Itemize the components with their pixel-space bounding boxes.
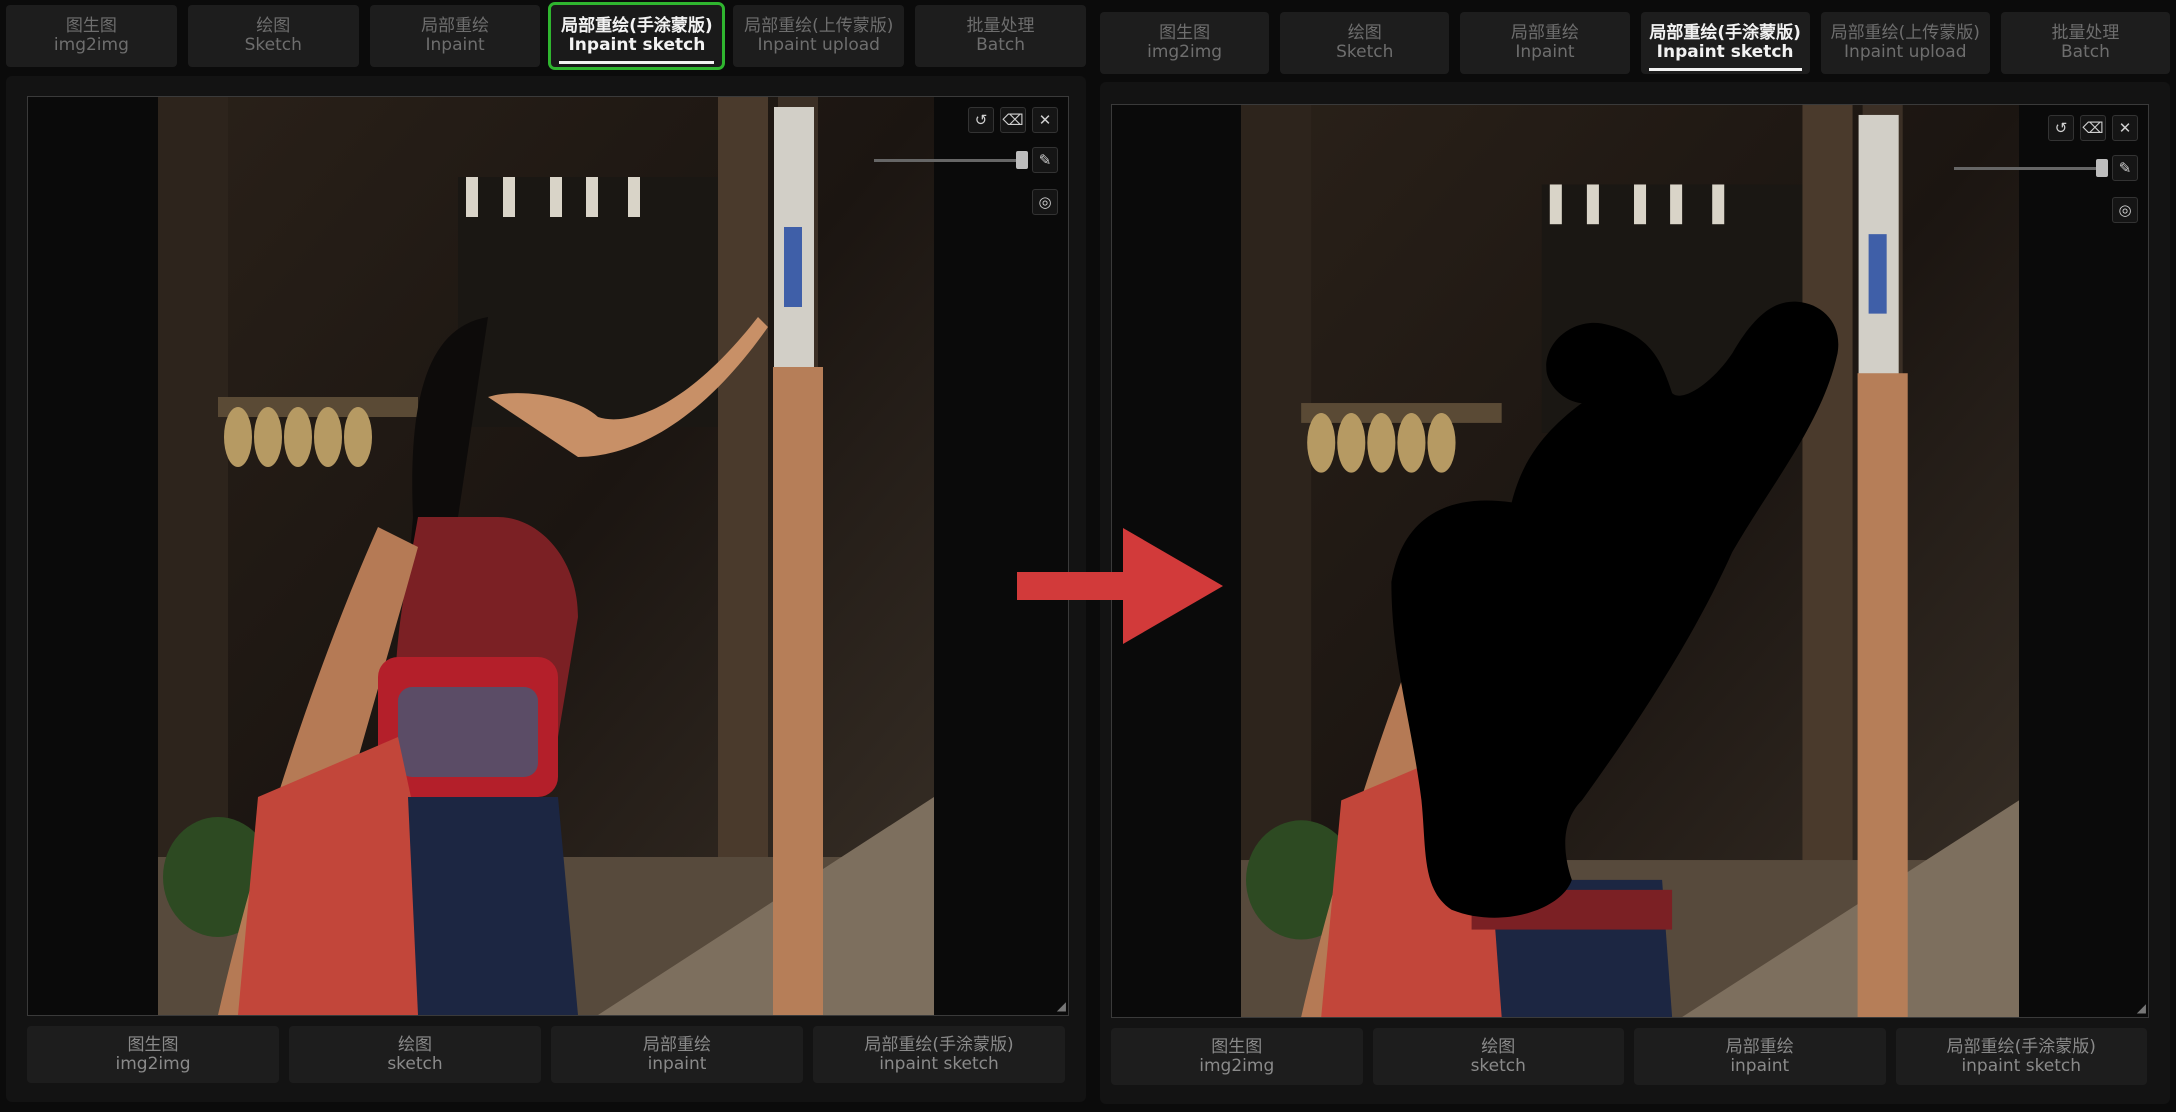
slider-thumb[interactable] <box>1016 150 1028 169</box>
brush-size-slider[interactable] <box>1954 158 2108 177</box>
undo-icon[interactable]: ↺ <box>2048 115 2074 141</box>
brush-size-control: ✎ <box>1954 155 2138 181</box>
tab-label-en: Inpaint upload <box>757 35 880 55</box>
button-label-cn: 局部重绘 <box>643 1034 711 1055</box>
button-label-en: img2img <box>1199 1055 1275 1076</box>
slider-thumb[interactable] <box>2096 158 2108 177</box>
close-icon[interactable]: ✕ <box>2112 115 2138 141</box>
send-to-inpaint-sketch-button[interactable]: 局部重绘(手涂蒙版) inpaint sketch <box>813 1026 1065 1083</box>
tab-label-en: Batch <box>2061 42 2110 62</box>
send-to-sketch-button[interactable]: 绘图 sketch <box>1372 1028 1624 1085</box>
tab-label-cn: 局部重绘(上传蒙版) <box>744 16 894 36</box>
eraser-icon[interactable]: ⌫ <box>1000 107 1026 133</box>
street-scene-image <box>158 97 934 1015</box>
send-to-sketch-button[interactable]: 绘图 sketch <box>289 1026 541 1083</box>
button-label-en: inpaint <box>1730 1055 1790 1076</box>
button-label-en: img2img <box>115 1053 191 1074</box>
button-label-cn: 绘图 <box>1481 1036 1516 1057</box>
tab-batch[interactable]: 批量处理 Batch <box>915 5 1086 67</box>
workspace: ↺ ⌫ ✕ ✎ ◎ ◢ 图生图 img2img 绘图 sketch 局部重绘 i… <box>1100 82 2170 1104</box>
tab-inpaint[interactable]: 局部重绘 Inpaint <box>369 5 541 67</box>
send-to-inpaint-sketch-button[interactable]: 局部重绘(手涂蒙版) inpaint sketch <box>1895 1028 2147 1085</box>
right-panel-after: 图生图 img2img 绘图 Sketch 局部重绘 Inpaint 局部重绘(… <box>1092 0 2176 1112</box>
button-label-cn: 图生图 <box>1211 1036 1263 1057</box>
send-to-inpaint-button[interactable]: 局部重绘 inpaint <box>551 1026 803 1083</box>
eraser-icon[interactable]: ⌫ <box>2080 115 2106 141</box>
tab-sketch[interactable]: 绘图 Sketch <box>1280 12 1450 74</box>
tab-label-cn: 图生图 <box>65 16 117 36</box>
send-to-row: 图生图 img2img 绘图 sketch 局部重绘 inpaint 局部重绘(… <box>1111 1028 2147 1085</box>
tab-label-en: img2img <box>1147 42 1223 62</box>
tab-sketch[interactable]: 绘图 Sketch <box>187 5 359 67</box>
tab-img2img[interactable]: 图生图 img2img <box>1100 12 1270 74</box>
button-label-cn: 局部重绘(手涂蒙版) <box>1946 1036 2096 1057</box>
button-label-cn: 局部重绘(手涂蒙版) <box>864 1034 1014 1055</box>
brush-size-control: ✎ <box>874 147 1058 173</box>
tab-label-en: Sketch <box>1336 42 1394 62</box>
left-panel-before: 图生图 img2img 绘图 Sketch 局部重绘 Inpaint 局部重绘(… <box>0 0 1092 1112</box>
resize-handle-icon[interactable]: ◢ <box>1057 999 1066 1013</box>
source-photo[interactable] <box>158 97 934 1015</box>
tab-label-cn: 批量处理 <box>2051 23 2120 43</box>
arrow-right-icon <box>1017 528 1223 644</box>
canvas-toolbar: ↺ ⌫ ✕ <box>968 107 1058 133</box>
brush-size-slider[interactable] <box>874 150 1028 169</box>
button-label-en: sketch <box>387 1053 443 1074</box>
tab-label-en: Inpaint sketch <box>568 35 706 55</box>
button-label-en: sketch <box>1470 1055 1526 1076</box>
brush-icon[interactable]: ✎ <box>2112 155 2138 181</box>
tab-inpaint-sketch[interactable]: 局部重绘(手涂蒙版) Inpaint sketch <box>1640 12 1810 74</box>
tab-label-en: Inpaint upload <box>1844 42 1967 62</box>
tab-inpaint-upload[interactable]: 局部重绘(上传蒙版) Inpaint upload <box>1820 12 1990 74</box>
tab-label-en: Inpaint <box>425 35 485 55</box>
tab-label-en: Batch <box>976 35 1025 55</box>
send-to-img2img-button[interactable]: 图生图 img2img <box>27 1026 279 1083</box>
tab-label-cn: 局部重绘(手涂蒙版) <box>1649 23 1801 43</box>
button-label-cn: 局部重绘 <box>1725 1036 1794 1057</box>
tab-label-cn: 局部重绘(手涂蒙版) <box>561 16 713 36</box>
resize-handle-icon[interactable]: ◢ <box>2137 1001 2146 1015</box>
tab-label-cn: 局部重绘 <box>421 16 490 36</box>
tab-label-cn: 批量处理 <box>966 16 1035 36</box>
button-label-en: inpaint sketch <box>1961 1055 2082 1076</box>
tab-label-cn: 局部重绘 <box>1510 23 1579 43</box>
mode-tabbar: 图生图 img2img 绘图 Sketch 局部重绘 Inpaint 局部重绘(… <box>1100 12 2171 74</box>
tab-inpaint[interactable]: 局部重绘 Inpaint <box>1460 12 1630 74</box>
tab-label-en: Inpaint sketch <box>1656 42 1794 62</box>
tab-inpaint-sketch[interactable]: 局部重绘(手涂蒙版) Inpaint sketch <box>548 2 726 70</box>
canvas-toolbar: ↺ ⌫ ✕ <box>2048 115 2138 141</box>
button-label-cn: 绘图 <box>398 1034 432 1055</box>
sketch-canvas[interactable]: ↺ ⌫ ✕ ✎ ◎ ◢ <box>27 96 1069 1016</box>
send-to-inpaint-button[interactable]: 局部重绘 inpaint <box>1634 1028 1886 1085</box>
source-photo[interactable] <box>1241 105 2019 1017</box>
street-scene-image-masked <box>1241 105 2019 1017</box>
tab-label-cn: 绘图 <box>256 16 291 36</box>
color-tool: ◎ <box>1032 189 1058 215</box>
send-to-img2img-button[interactable]: 图生图 img2img <box>1111 1028 1363 1085</box>
tab-label-en: Sketch <box>244 35 302 55</box>
mode-tabbar: 图生图 img2img 绘图 Sketch 局部重绘 Inpaint 局部重绘(… <box>6 2 1086 70</box>
tab-img2img[interactable]: 图生图 img2img <box>6 5 177 67</box>
color-tool: ◎ <box>2112 197 2138 223</box>
close-icon[interactable]: ✕ <box>1032 107 1058 133</box>
tab-label-en: img2img <box>53 35 129 55</box>
palette-icon[interactable]: ◎ <box>2112 197 2138 223</box>
tab-label-en: Inpaint <box>1515 42 1575 62</box>
tab-label-cn: 图生图 <box>1159 23 1211 43</box>
button-label-en: inpaint sketch <box>879 1053 999 1074</box>
tab-inpaint-upload[interactable]: 局部重绘(上传蒙版) Inpaint upload <box>733 5 905 67</box>
sketch-canvas[interactable]: ↺ ⌫ ✕ ✎ ◎ ◢ <box>1111 104 2149 1018</box>
palette-icon[interactable]: ◎ <box>1032 189 1058 215</box>
workspace: ↺ ⌫ ✕ ✎ ◎ ◢ 图生图 img2img 绘图 sketch 局部重绘 i… <box>6 76 1086 1102</box>
tab-label-cn: 局部重绘(上传蒙版) <box>1830 23 1980 43</box>
button-label-cn: 图生图 <box>127 1034 179 1055</box>
send-to-row: 图生图 img2img 绘图 sketch 局部重绘 inpaint 局部重绘(… <box>27 1026 1065 1083</box>
brush-icon[interactable]: ✎ <box>1032 147 1058 173</box>
tab-label-cn: 绘图 <box>1347 23 1382 43</box>
undo-icon[interactable]: ↺ <box>968 107 994 133</box>
button-label-en: inpaint <box>647 1053 707 1074</box>
tab-batch[interactable]: 批量处理 Batch <box>2000 12 2171 74</box>
